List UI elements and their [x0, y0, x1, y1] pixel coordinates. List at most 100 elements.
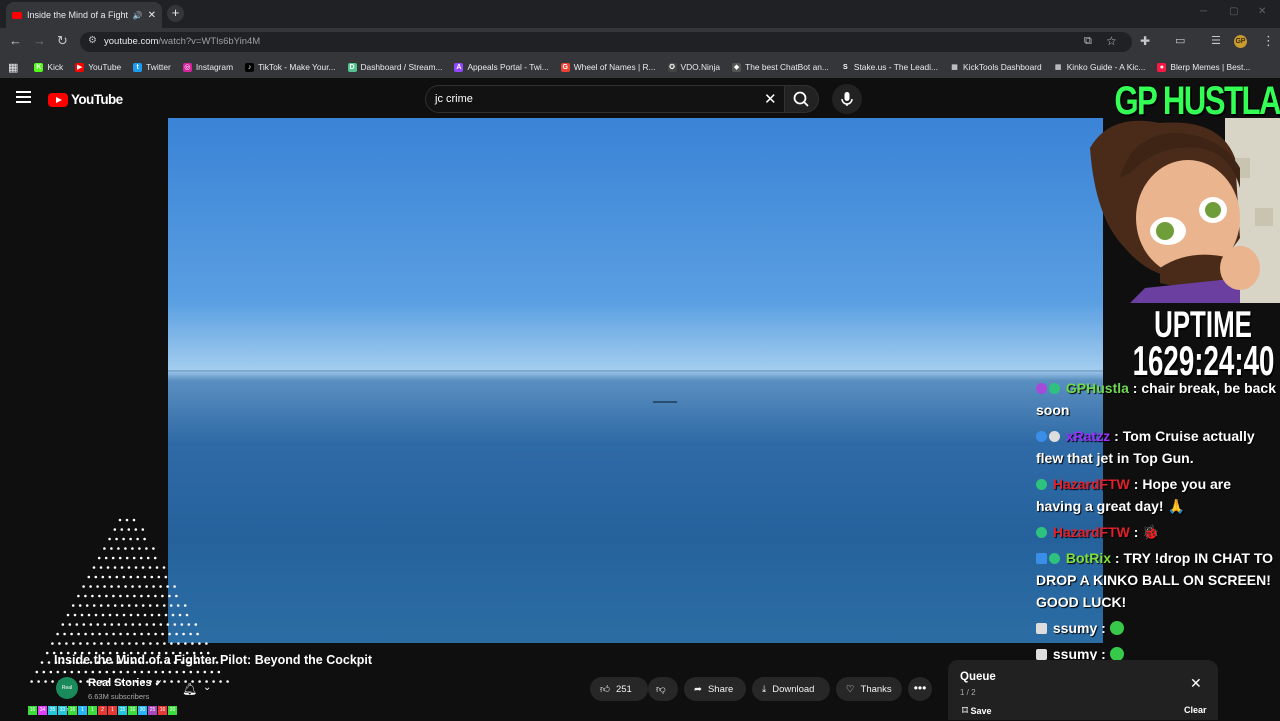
- share-button[interactable]: ➦ Share: [684, 677, 746, 701]
- bookmark-label: TikTok - Make Your...: [258, 62, 336, 72]
- video-player[interactable]: [168, 118, 1103, 643]
- decor-dot: [30, 680, 33, 683]
- bookmark-star-icon[interactable]: ☆: [1106, 34, 1117, 48]
- decor-dot: [84, 632, 87, 636]
- bookmark-item[interactable]: ◎ Instagram: [182, 62, 233, 72]
- bookmark-item[interactable]: A Appeals Portal - Twi...: [454, 62, 549, 72]
- tab-title: Inside the Mind of a Fighte: [27, 10, 128, 20]
- extensions-icon[interactable]: ✚: [1140, 34, 1150, 48]
- youtube-logo[interactable]: YouTube: [48, 92, 123, 107]
- bookmark-item[interactable]: ◆ The best ChatBot an...: [732, 62, 829, 72]
- back-icon[interactable]: ←: [9, 34, 22, 48]
- chat-message: GPHustla : chair break, be back soon: [1036, 380, 1276, 418]
- clear-search-icon[interactable]: ✕: [764, 90, 777, 108]
- decor-dot: [103, 585, 106, 588]
- decor-dot: [115, 613, 119, 617]
- decor-dot: [113, 528, 117, 531]
- cast-icon[interactable]: ▭: [1175, 34, 1185, 48]
- channel-avatar[interactable]: Real Stories: [56, 677, 78, 713]
- search-input[interactable]: jc crime: [425, 85, 785, 113]
- thanks-button[interactable]: ♡ Thanks: [836, 677, 902, 701]
- bookmark-item[interactable]: D Dashboard / Stream...: [347, 62, 442, 72]
- bookmark-label: Appeals Portal - Twi...: [467, 62, 549, 72]
- queue-close-icon[interactable]: ✕: [1190, 675, 1202, 692]
- decor-dot: [154, 670, 158, 674]
- browser-menu-icon[interactable]: ⋮: [1262, 34, 1275, 48]
- bookmark-item[interactable]: ✪ VDO.Ninja: [667, 62, 720, 72]
- address-bar[interactable]: youtube.com/watch?v=WTls6bYin4M: [80, 32, 1132, 52]
- decor-dot: [77, 632, 80, 636]
- decor-dot: [56, 670, 60, 674]
- site-info-icon[interactable]: ⚙: [88, 35, 97, 46]
- dislike-button[interactable]: 👎︎: [648, 677, 678, 701]
- tab-close-icon[interactable]: ✕: [148, 10, 156, 21]
- decor-dot: [51, 680, 54, 683]
- notification-bell-icon[interactable]: 🔔︎: [182, 682, 197, 696]
- media-control-icon[interactable]: ☰: [1211, 34, 1221, 48]
- bookmark-item[interactable]: ▶ YouTube: [75, 62, 121, 72]
- new-tab-button[interactable]: +: [167, 5, 184, 22]
- decor-dot: [92, 604, 96, 607]
- hamburger-menu-icon[interactable]: [16, 91, 31, 103]
- download-button[interactable]: ⤓ Download: [752, 677, 830, 701]
- decor-dot: [124, 623, 128, 626]
- more-actions-button[interactable]: •••: [908, 677, 932, 701]
- close-window-icon[interactable]: ✕: [1258, 6, 1266, 17]
- decor-dot: [161, 594, 164, 598]
- decor-dot: [145, 547, 148, 550]
- reload-icon[interactable]: ↻: [57, 34, 68, 48]
- uptime-value: 1629:24:40: [1132, 337, 1275, 384]
- install-app-icon[interactable]: ⧉: [1084, 34, 1092, 48]
- decor-dot: [183, 604, 187, 607]
- search-button[interactable]: [785, 85, 819, 113]
- decor-dot: [175, 594, 178, 598]
- channel-name[interactable]: Real Stories ✔: [88, 677, 162, 689]
- chevron-down-icon[interactable]: ⌄: [203, 682, 211, 693]
- bookmark-favicon-icon: D: [347, 62, 357, 72]
- decor-dot: [85, 604, 89, 607]
- bookmark-item[interactable]: ♪ TikTok - Make Your...: [245, 62, 336, 72]
- decor-dot: [80, 613, 84, 617]
- decor-dot: [153, 556, 157, 560]
- bookmark-item[interactable]: ▦ Kinko Guide - A Kic...: [1053, 62, 1145, 72]
- apps-icon[interactable]: ▦: [8, 61, 18, 74]
- speaker-icon[interactable]: 🔊: [133, 11, 143, 20]
- profile-avatar[interactable]: GP: [1234, 35, 1247, 48]
- color-number-chip: 1: [108, 706, 117, 715]
- color-number-chip: 25: [148, 706, 157, 715]
- decor-dot: [82, 623, 86, 626]
- decor-dot: [196, 670, 200, 674]
- bookmark-item[interactable]: ● Blerp Memes | Best...: [1157, 62, 1250, 72]
- voice-search-button[interactable]: [832, 84, 862, 114]
- decor-dot: [106, 566, 110, 569]
- decor-dot: [163, 642, 166, 645]
- like-button[interactable]: 👍︎ 251: [590, 677, 648, 701]
- bookmark-item[interactable]: S Stake.us - The Leadi...: [840, 62, 938, 72]
- decor-dot: [105, 670, 109, 674]
- decor-dot: [94, 613, 98, 617]
- queue-clear-button[interactable]: Clear: [1184, 705, 1207, 715]
- minimize-icon[interactable]: ─: [1200, 6, 1207, 17]
- color-number-chip: 35: [48, 706, 57, 715]
- decor-dot: [134, 604, 138, 607]
- queue-save-button[interactable]: ⌑ Save: [962, 704, 991, 717]
- decor-dot: [127, 528, 131, 531]
- download-icon: ⤓: [762, 683, 767, 695]
- decor-dot: [152, 623, 156, 626]
- bookmark-favicon-icon: ▦: [1053, 62, 1063, 72]
- decor-dot: [78, 604, 82, 607]
- queue-count: 1 / 2: [960, 688, 976, 697]
- decor-dot: [180, 623, 184, 626]
- maximize-icon[interactable]: ▢: [1229, 6, 1238, 17]
- bookmark-item[interactable]: K Kick: [34, 62, 63, 72]
- decor-dot: [147, 632, 150, 636]
- decor-dot: [177, 680, 180, 683]
- decor-dot: [107, 642, 110, 645]
- bookmark-item[interactable]: ▦ KickTools Dashboard: [950, 62, 1042, 72]
- decor-dot: [114, 642, 117, 645]
- bookmark-item[interactable]: G Wheel of Names | R...: [560, 62, 656, 72]
- browser-tab[interactable]: Inside the Mind of a Fighte 🔊 ✕: [6, 2, 162, 28]
- forward-icon[interactable]: →: [33, 34, 46, 48]
- bookmark-item[interactable]: t Twitter: [133, 62, 171, 72]
- decor-dot: [132, 518, 136, 522]
